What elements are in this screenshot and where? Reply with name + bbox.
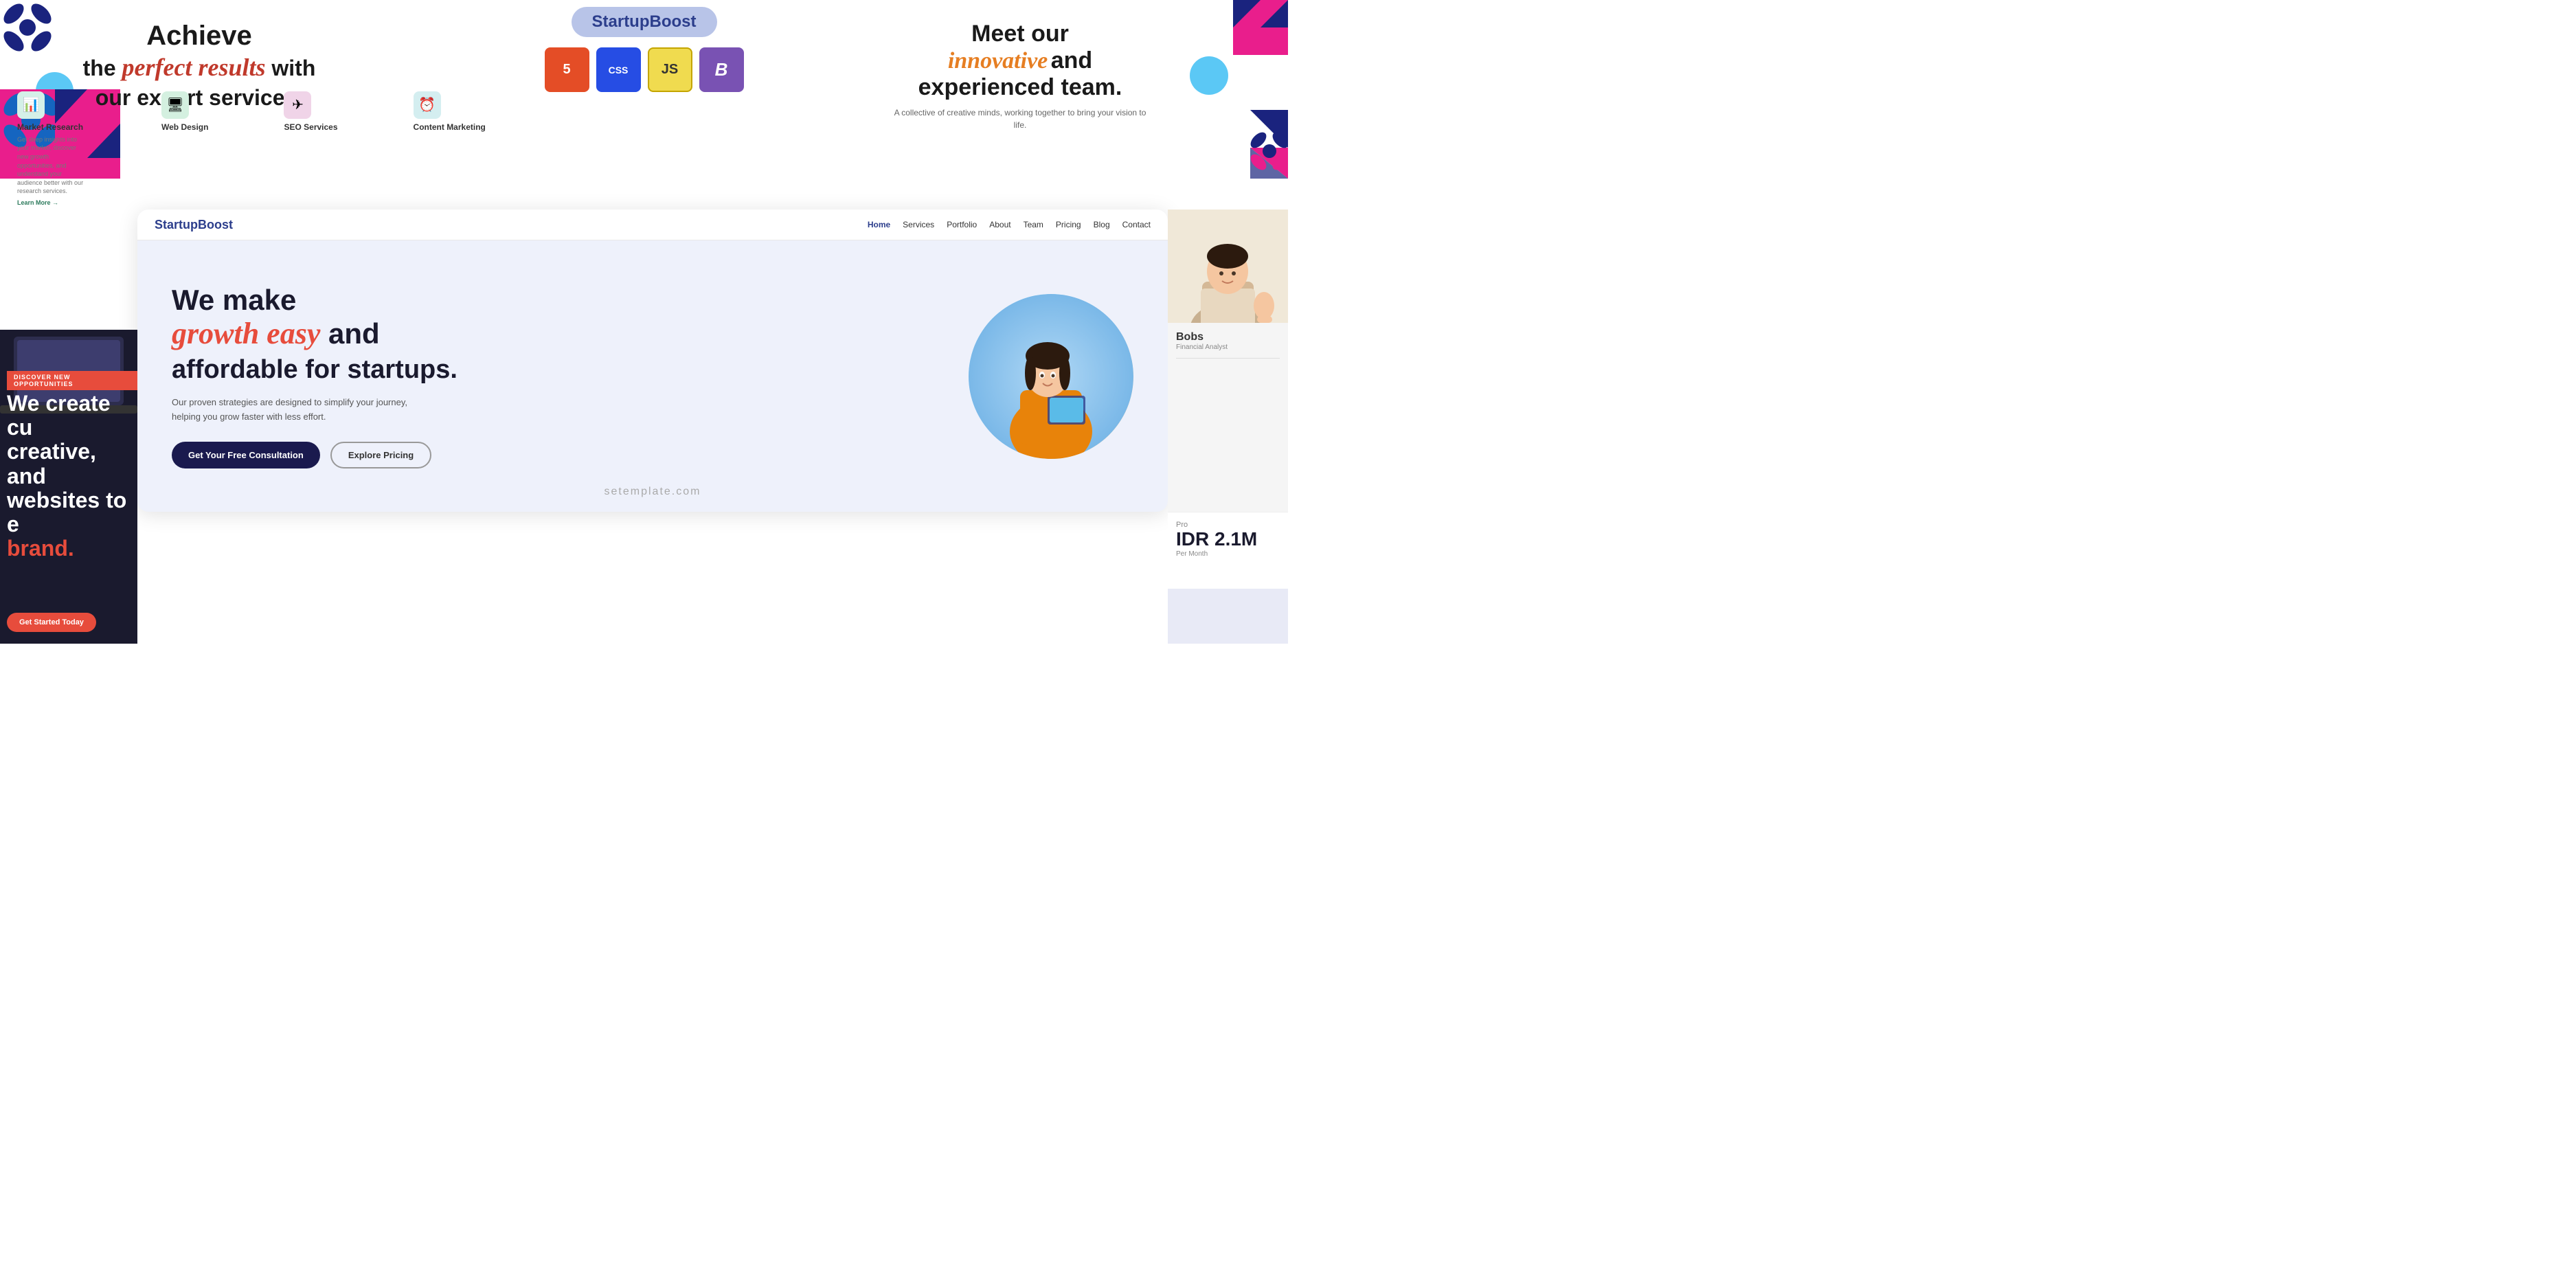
seo-name: SEO Services bbox=[284, 122, 337, 132]
browser-card: StartupBoost Home Services Portfolio Abo… bbox=[137, 210, 1168, 512]
market-research-icon: 📊 bbox=[17, 91, 45, 119]
content-icon: ⏰ bbox=[414, 91, 441, 119]
left-dark-text: We create cu creative, and websites to e… bbox=[7, 392, 131, 561]
nav-services[interactable]: Services bbox=[903, 220, 934, 229]
and-text: and bbox=[1051, 47, 1092, 74]
left-dark-section: DISCOVER NEW OPPORTUNITIES We create cu … bbox=[0, 330, 137, 644]
and-growth-text: and bbox=[328, 317, 380, 350]
seo-icon: ✈ bbox=[284, 91, 311, 119]
we-make-text: We make bbox=[172, 284, 941, 317]
service-content[interactable]: ⏰ Content Marketing bbox=[403, 88, 496, 210]
nav-team[interactable]: Team bbox=[1024, 220, 1043, 229]
discover-tag: DISCOVER NEW OPPORTUNITIES bbox=[7, 371, 137, 390]
team-info: Bobs Financial Analyst bbox=[1168, 323, 1288, 374]
web-design-icon: 🖥 bbox=[161, 91, 189, 119]
nav-portfolio[interactable]: Portfolio bbox=[947, 220, 977, 229]
affordable-text: affordable for startups. bbox=[172, 354, 941, 386]
web-design-name: Web Design bbox=[161, 122, 208, 132]
hero-subtitle: Our proven strategies are designed to si… bbox=[172, 396, 433, 425]
pricing-background bbox=[1168, 589, 1288, 644]
dark-text-1: We create cu bbox=[7, 392, 131, 440]
service-web-design[interactable]: 🖥 Web Design bbox=[151, 88, 218, 210]
brand-pill: StartupBoost bbox=[572, 7, 717, 37]
perfect-results-text: perfect results bbox=[122, 54, 266, 81]
team-person-image bbox=[1168, 210, 1288, 323]
css3-icon: CSS bbox=[596, 47, 641, 92]
nav-blog[interactable]: Blog bbox=[1094, 220, 1110, 229]
js-icon: JS bbox=[648, 47, 692, 92]
line2-end: with bbox=[265, 56, 315, 80]
consultation-button[interactable]: Get Your Free Consultation bbox=[172, 442, 320, 468]
market-research-desc: Get deep insights into your market, disc… bbox=[17, 135, 86, 196]
page-wrapper: Achieve the perfect results with our exp… bbox=[0, 0, 1288, 644]
nav-home[interactable]: Home bbox=[868, 220, 890, 229]
get-started-button[interactable]: Get Started Today bbox=[7, 613, 96, 632]
nav-links: Home Services Portfolio About Team Prici… bbox=[868, 220, 1151, 229]
pricing-amount: IDR 2.1M bbox=[1176, 529, 1280, 550]
content-name: Content Marketing bbox=[414, 122, 486, 132]
services-row: 📊 Market Research Get deep insights into… bbox=[0, 88, 1288, 210]
flower-dark-icon bbox=[0, 0, 55, 55]
service-seo[interactable]: ✈ SEO Services bbox=[273, 88, 348, 210]
browser-content: We make growth easy and affordable for s… bbox=[137, 240, 1168, 512]
line2-text: the perfect results with bbox=[69, 52, 330, 84]
team-person-svg bbox=[1168, 210, 1288, 323]
pricing-period: Per Month bbox=[1176, 550, 1280, 558]
growth-easy-text: growth easy bbox=[172, 317, 320, 350]
service-market-research[interactable]: 📊 Market Research Get deep insights into… bbox=[7, 88, 96, 210]
dark-text-4: brand. bbox=[7, 536, 131, 561]
html5-icon: 5 bbox=[545, 47, 589, 92]
bootstrap-icon: B bbox=[699, 47, 744, 92]
innovative-text: innovative bbox=[948, 48, 1048, 74]
team-name: Bobs bbox=[1176, 331, 1280, 343]
dark-text-2: creative, and bbox=[7, 440, 131, 488]
nav-brand: StartupBoost bbox=[155, 218, 233, 232]
innovative-line: innovative and bbox=[948, 59, 1092, 71]
nav-about[interactable]: About bbox=[989, 220, 1010, 229]
pricing-button[interactable]: Explore Pricing bbox=[330, 442, 431, 468]
top-section: Achieve the perfect results with our exp… bbox=[0, 0, 1288, 213]
nav-pricing[interactable]: Pricing bbox=[1056, 220, 1081, 229]
brand-logo-area: StartupBoost 5 CSS JS B bbox=[545, 7, 744, 92]
nav-contact[interactable]: Contact bbox=[1122, 220, 1151, 229]
growth-line: growth easy and bbox=[172, 317, 941, 352]
right-team-section: Bobs Financial Analyst bbox=[1168, 210, 1288, 512]
team-divider bbox=[1176, 358, 1280, 359]
hero-text: We make growth easy and affordable for s… bbox=[172, 284, 941, 468]
market-research-learn[interactable]: Learn More → bbox=[17, 199, 58, 206]
hero-image bbox=[969, 294, 1133, 459]
market-research-name: Market Research bbox=[17, 122, 83, 132]
pricing-section: Pro IDR 2.1M Per Month bbox=[1168, 512, 1288, 644]
hero-buttons: Get Your Free Consultation Explore Prici… bbox=[172, 442, 941, 468]
meet-text: Meet our bbox=[890, 21, 1151, 47]
watermark: setemplate.com bbox=[605, 486, 701, 498]
hero-illustration bbox=[969, 294, 1133, 459]
dark-text-3: websites to e bbox=[7, 488, 131, 536]
achieve-text: Achieve bbox=[69, 21, 330, 52]
team-role: Financial Analyst bbox=[1176, 343, 1280, 351]
browser-nav: StartupBoost Home Services Portfolio Abo… bbox=[137, 210, 1168, 240]
tech-icons: 5 CSS JS B bbox=[545, 47, 744, 92]
line2-start: the bbox=[83, 56, 122, 80]
